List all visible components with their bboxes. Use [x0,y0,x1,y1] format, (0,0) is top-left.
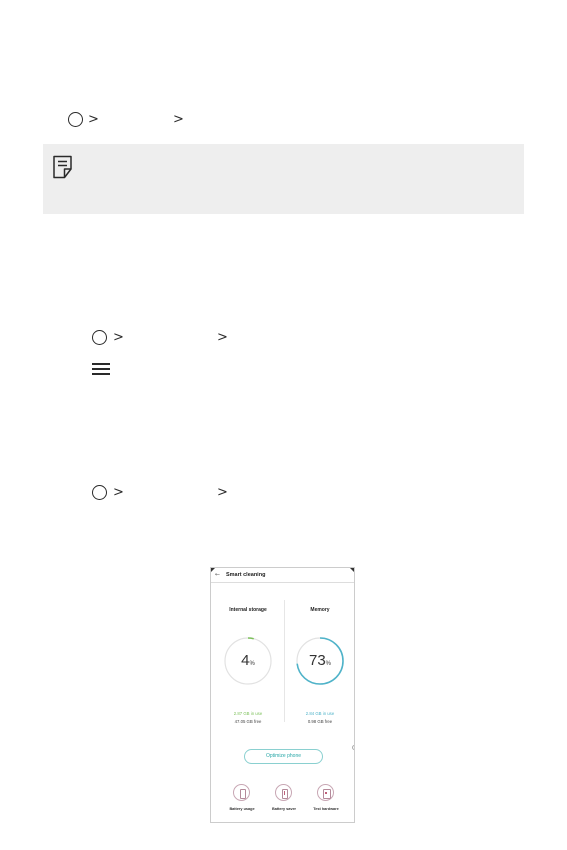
nav-path-3: > > [92,484,232,502]
test-hardware-icon[interactable] [317,784,334,801]
note-icon [53,155,72,179]
note-box [43,144,524,214]
home-circle-icon [92,485,107,500]
storage-free: 47.05 GB free [234,719,262,724]
memory-title: Memory [310,607,330,613]
chevron-right-icon: > [113,330,124,345]
memory-percent-unit: % [325,661,332,667]
chevron-right-icon: > [217,485,228,500]
chevron-right-icon: > [217,330,228,345]
storage-title: Internal storage [229,607,267,613]
chevron-right-icon: > [173,112,184,127]
battery-icon[interactable] [233,784,250,801]
memory-free: 0.98 GB free [307,719,333,724]
header-divider [211,582,354,583]
battery-usage-label[interactable]: Battery usage [225,807,259,811]
battery-saver-label[interactable]: Battery saver [267,807,301,811]
screen-title: Smart cleaning [226,572,266,578]
memory-percent: 73% [290,652,350,669]
hamburger-menu-icon [92,363,110,375]
column-divider [284,600,285,722]
storage-percent-value: 4 [241,652,250,669]
storage-used: 2.87 GB in use [233,711,263,716]
memory-percent-value: 73 [308,652,326,669]
back-arrow-icon[interactable]: ← [215,571,220,578]
battery-saver-icon[interactable] [275,784,292,801]
storage-percent-unit: % [249,661,255,667]
optimize-phone-button[interactable]: Optimize phone [244,749,323,764]
nav-path-2: > > [92,329,232,347]
corner-mark [350,568,354,572]
home-circle-icon [68,112,83,127]
chevron-right-icon: > [113,485,124,500]
smart-cleaning-screenshot: ← Smart cleaning Internal storage 4% 2.8… [210,567,355,823]
home-circle-icon [92,330,107,345]
chevron-right-icon: > [88,112,99,127]
test-hardware-label[interactable]: Test hardware [309,807,343,811]
nav-path-1: > > [68,111,188,129]
memory-used: 2.84 GB in use [305,711,335,716]
storage-percent: 4% [218,652,278,669]
scroll-indicator [352,745,354,750]
